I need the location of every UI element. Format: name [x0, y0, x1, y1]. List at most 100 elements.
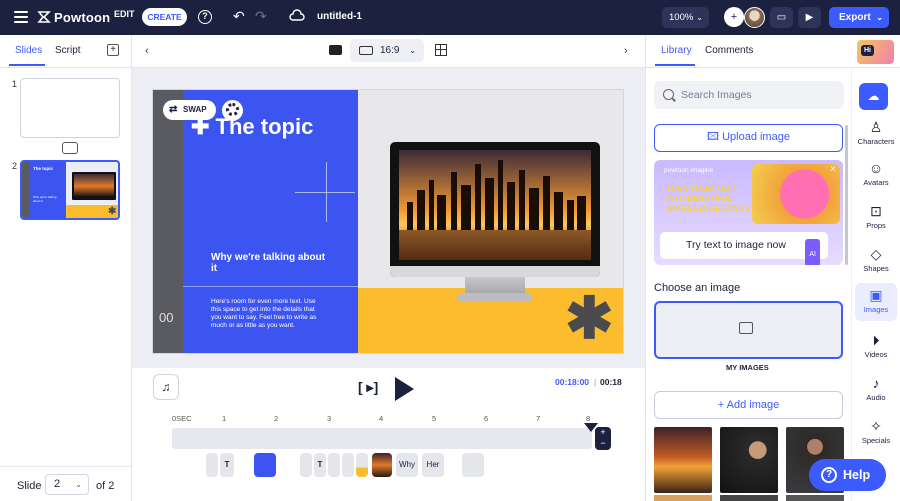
search-input[interactable]: Search Images — [654, 81, 844, 109]
add-image-button[interactable]: + Add image — [654, 391, 843, 419]
timeline-chip[interactable]: T — [314, 453, 326, 477]
help-button[interactable]: ? Help — [809, 459, 886, 491]
timeline-chip[interactable] — [328, 453, 340, 477]
rail-item-characters[interactable]: ♙ Characters — [851, 119, 900, 146]
chevron-left-icon[interactable]: ‹ — [145, 45, 149, 57]
upload-cloud-icon[interactable]: ☁ — [859, 83, 888, 110]
aspect-ratio-select[interactable]: 16:9 ⌄ — [350, 39, 424, 62]
city-skyline — [399, 150, 591, 260]
monitor-screen — [399, 150, 591, 260]
ruler-tick: 3 — [327, 414, 332, 423]
rail-item-videos[interactable]: ⏵ Videos — [851, 332, 900, 359]
edit-mode-button[interactable]: EDIT — [114, 9, 135, 19]
play-segment-icon[interactable]: [ ▸] — [358, 379, 378, 396]
timeline-chip[interactable] — [342, 453, 354, 477]
slide-thumbnail-2[interactable]: The topic Why we're talking about it ✱ — [20, 160, 120, 220]
thumb-title: The topic — [33, 166, 53, 171]
rail-item-shapes[interactable]: ◇ Shapes — [851, 246, 900, 273]
timeline-zoom-control[interactable]: + − — [595, 427, 611, 450]
time-separator: | — [594, 377, 597, 387]
monitor-stand — [465, 277, 525, 293]
create-mode-button[interactable]: CREATE — [142, 8, 187, 26]
rail-item-images[interactable]: ▣ Images — [855, 283, 897, 321]
images-icon: ▣ — [869, 287, 883, 303]
export-button[interactable]: Export ⌄ — [829, 7, 889, 28]
ruler-tick: 0SEC — [172, 414, 192, 423]
slide-select[interactable]: 2 ⌄ — [45, 474, 89, 495]
timeline-chip[interactable]: Her — [422, 453, 444, 477]
image-thumbnail[interactable] — [720, 495, 778, 501]
cloud-save-icon[interactable] — [289, 9, 305, 23]
character-icon: ♙ — [869, 119, 883, 135]
tab-library[interactable]: Library — [661, 45, 692, 56]
ruler-tick: 8 — [586, 414, 591, 423]
transition-icon[interactable] — [62, 142, 78, 154]
current-time: 00:18:00 — [555, 377, 590, 387]
slide-canvas[interactable]: 00 ✚ The topic Why we're talking about i… — [152, 89, 624, 354]
divider — [0, 466, 132, 467]
image-thumbnail-city[interactable] — [654, 427, 712, 493]
rail-item-specials[interactable]: ✧ Specials — [851, 418, 900, 445]
present-icon[interactable]: ▭ — [770, 7, 793, 28]
try-text-to-image-button[interactable]: Try text to image now AI — [660, 232, 828, 265]
thumb-monitor-screen — [74, 174, 114, 196]
gear-icon[interactable] — [222, 100, 243, 121]
promo-cta: Try text to image now — [686, 239, 786, 251]
grid-icon[interactable] — [435, 44, 447, 56]
play-icon[interactable] — [395, 377, 414, 401]
play-preview-icon[interactable]: ▶ — [798, 7, 821, 28]
timeline-chip[interactable] — [356, 453, 368, 477]
zoom-value: 100% — [669, 12, 694, 23]
powtoon-editor: Powtoon EDIT CREATE ? ↶ ↷ untitled-1 100… — [0, 0, 900, 501]
slide-counter[interactable]: 00 — [159, 310, 173, 325]
ruler-tick: 6 — [484, 414, 489, 423]
add-collaborator-icon[interactable]: + — [724, 7, 744, 27]
timeline-chip[interactable] — [254, 453, 276, 477]
rail-item-avatars[interactable]: ☺ Avatars — [851, 160, 900, 187]
rail-item-audio[interactable]: ♪ Audio — [851, 375, 900, 402]
timeline-track[interactable] — [172, 428, 592, 449]
image-thumbnail-camera[interactable] — [720, 427, 778, 493]
rail-label: Characters — [857, 137, 895, 146]
timeline-chip[interactable] — [462, 453, 484, 477]
menu-icon[interactable] — [14, 11, 28, 23]
timeline-chip[interactable] — [206, 453, 218, 477]
camera-icon[interactable] — [329, 45, 342, 55]
aspect-ratio-value: 16:9 — [380, 45, 400, 56]
slide-number: 2 — [12, 161, 18, 171]
rail-item-props[interactable]: ⊡ Props — [851, 203, 900, 230]
close-icon[interactable]: × — [830, 164, 836, 175]
slide-subtitle[interactable]: Why we're talking about it — [211, 252, 331, 274]
asterisk-shape[interactable]: ✱ — [565, 290, 614, 348]
slide-body-text[interactable]: Here's room for even more text. Use this… — [211, 298, 321, 330]
tab-script[interactable]: Script — [55, 45, 81, 56]
user-avatar[interactable] — [744, 7, 765, 28]
slide-thumbnail-1[interactable] — [20, 78, 120, 138]
monitor-chin — [390, 266, 600, 277]
timeline-chip[interactable] — [300, 453, 312, 477]
image-thumbnail[interactable] — [654, 495, 712, 501]
search-icon — [663, 89, 674, 100]
redo-icon[interactable]: ↷ — [255, 8, 267, 25]
document-title[interactable]: untitled-1 — [317, 11, 362, 22]
timeline-chip[interactable]: T — [220, 453, 234, 477]
tab-slides[interactable]: Slides — [15, 45, 42, 56]
help-icon[interactable]: ? — [198, 10, 212, 24]
undo-icon[interactable]: ↶ — [233, 8, 245, 25]
stage-area: ‹ 16:9 ⌄ › 00 ✚ The topic Why we're talki… — [132, 35, 645, 501]
timeline-chip[interactable]: Why — [396, 453, 418, 477]
scrollbar[interactable] — [845, 125, 848, 265]
imagine-promo-banner[interactable]: powtoon imagine TURN YOUR TEXT INTO BEAU… — [654, 160, 843, 265]
image-thumbnail[interactable] — [786, 495, 844, 501]
tab-comments[interactable]: Comments — [705, 45, 753, 56]
upload-image-button[interactable]: 🖾 Upload image — [654, 124, 843, 152]
timeline-ruler[interactable]: 0SEC 1 2 3 4 5 6 7 8 — [172, 414, 592, 426]
assistant-badge[interactable]: Hi — [857, 40, 894, 64]
add-slide-icon[interactable]: + — [107, 44, 119, 56]
zoom-select[interactable]: 100% ⌄ — [662, 7, 709, 28]
library-panel: Library Comments Hi Search Images 🖾 Uplo… — [645, 35, 900, 501]
swap-button[interactable]: ⇄ SWAP — [163, 100, 216, 120]
timeline-chip-image[interactable] — [372, 453, 392, 477]
chevron-right-icon[interactable]: › — [624, 45, 628, 57]
effects-icon[interactable]: ♫ — [153, 374, 179, 400]
